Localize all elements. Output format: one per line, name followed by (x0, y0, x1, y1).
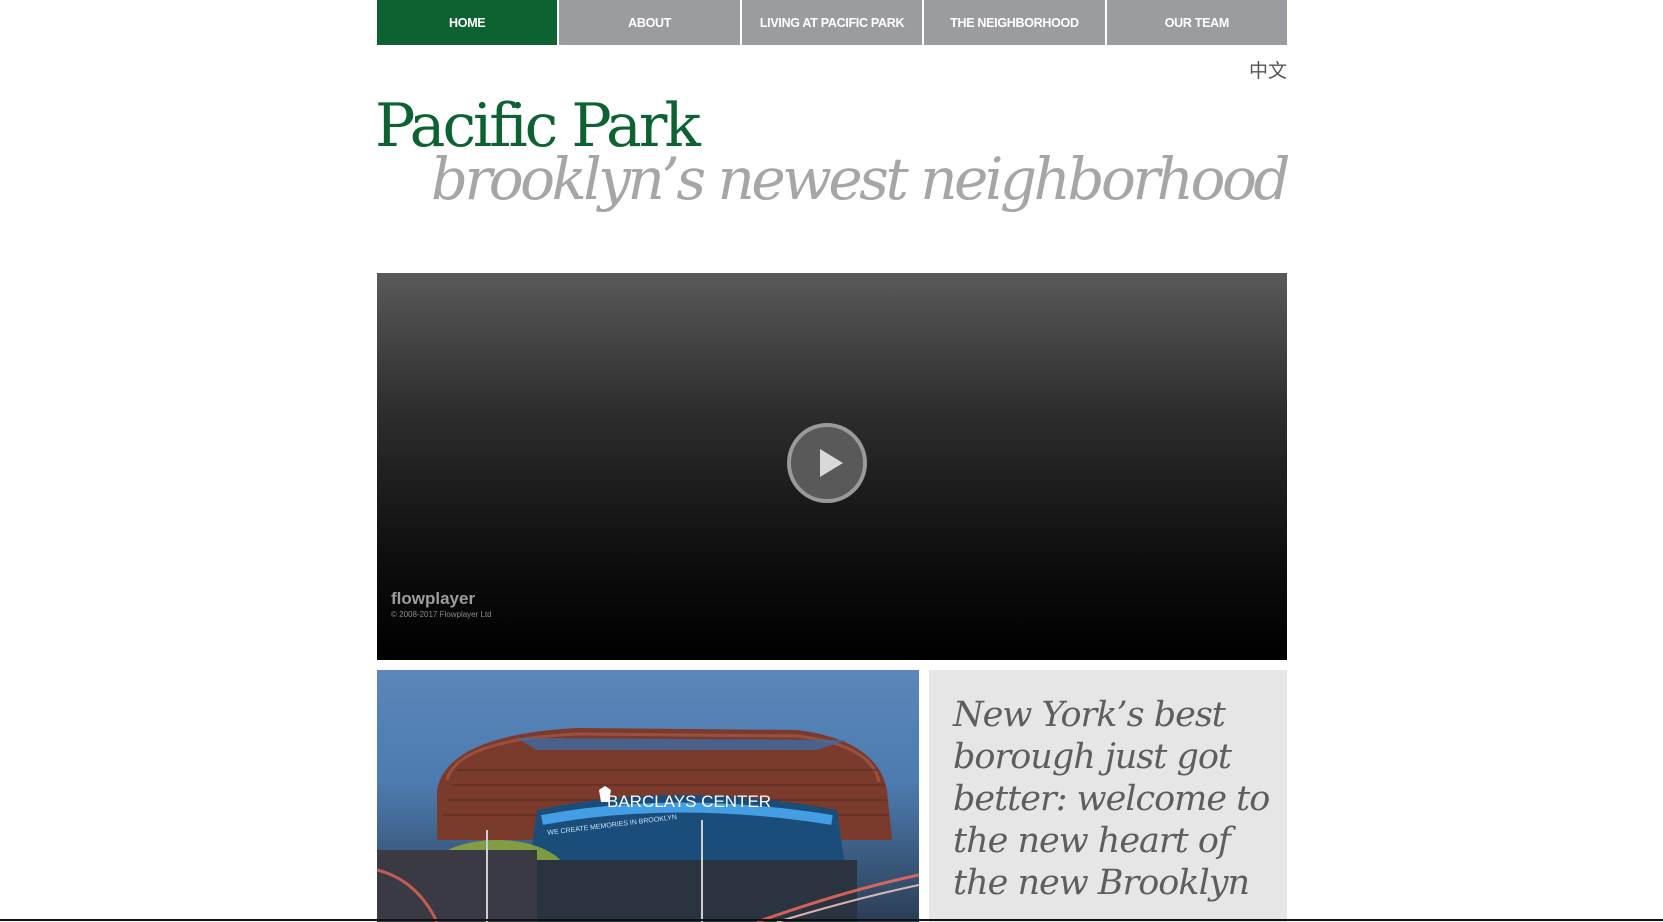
nav-item-living[interactable]: LIVING AT PACIFIC PARK (741, 0, 923, 45)
nav-item-about[interactable]: ABOUT (559, 0, 740, 45)
play-icon[interactable] (787, 423, 867, 503)
language-link-chinese[interactable]: 中文 (1249, 56, 1287, 83)
logo-tagline: brooklyn’s newest neighborhood (430, 145, 1291, 213)
nav-item-home[interactable]: HOME (377, 0, 558, 45)
page-divider (0, 919, 1663, 921)
intro-text: New York’s best borough just got better:… (953, 695, 1270, 903)
nav-item-our-team[interactable]: OUR TEAM (1106, 0, 1288, 45)
video-player[interactable]: flowplayer © 2008-2017 Flowplayer Ltd (377, 273, 1287, 660)
flowplayer-copyright: © 2008-2017 Flowplayer Ltd (391, 610, 492, 619)
intro-panel: New York’s best borough just got better:… (929, 670, 1287, 922)
flowplayer-logo[interactable]: flowplayer (391, 589, 475, 609)
barclays-center-photo: BARCLAYS CENTER WE CREATE MEMORIES IN BR… (377, 670, 919, 922)
barclays-center-sign: BARCLAYS CENTER (607, 792, 772, 811)
main-nav: HOME ABOUT LIVING AT PACIFIC PARK THE NE… (377, 0, 1288, 45)
nav-item-neighborhood[interactable]: THE NEIGHBORHOOD (924, 0, 1105, 45)
